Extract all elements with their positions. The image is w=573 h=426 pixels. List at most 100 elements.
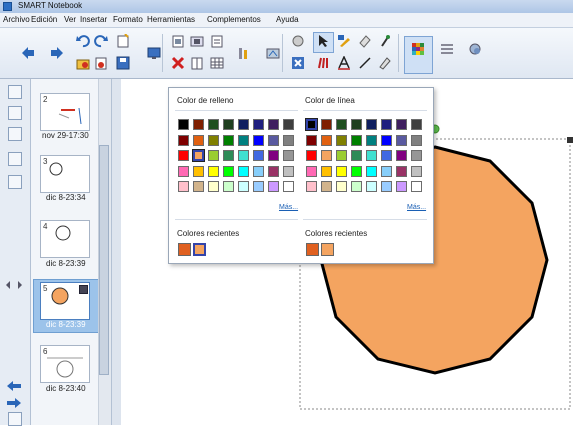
tab-properties-icon[interactable] bbox=[8, 152, 22, 166]
fill-icon[interactable] bbox=[316, 34, 330, 48]
fill-color-swatch[interactable] bbox=[268, 119, 279, 130]
page-menu-icon[interactable] bbox=[79, 285, 88, 294]
line-color-swatch[interactable] bbox=[336, 165, 347, 177]
page-thumbnail[interactable]: 6 bbox=[40, 345, 90, 383]
line-color-swatch[interactable] bbox=[321, 181, 332, 192]
menu-edicion[interactable]: Edición bbox=[31, 15, 57, 24]
new-page-icon[interactable] bbox=[8, 412, 22, 426]
fill-color-swatch[interactable] bbox=[178, 150, 189, 161]
line-color-swatch[interactable] bbox=[351, 150, 362, 161]
line-color-swatch[interactable] bbox=[351, 165, 362, 177]
recent-fill-swatch[interactable] bbox=[193, 243, 206, 256]
sorter-scrollbar-thumb[interactable] bbox=[99, 145, 109, 375]
transparency-icon[interactable] bbox=[468, 42, 482, 56]
cut-icon[interactable] bbox=[190, 56, 204, 70]
magic-pen-icon[interactable] bbox=[378, 34, 392, 48]
back-arrow-icon[interactable] bbox=[21, 46, 35, 60]
line-color-swatch[interactable] bbox=[411, 181, 422, 192]
paste-icon[interactable] bbox=[171, 34, 185, 48]
fill-color-swatch[interactable] bbox=[178, 181, 189, 192]
delete-icon[interactable] bbox=[171, 56, 185, 70]
line-color-swatch[interactable] bbox=[381, 165, 392, 177]
fill-color-swatch[interactable] bbox=[253, 119, 264, 130]
color-palette-icon[interactable] bbox=[411, 42, 425, 56]
fill-color-swatch[interactable] bbox=[223, 181, 234, 192]
line-color-swatch[interactable] bbox=[366, 134, 377, 146]
line-color-swatch[interactable] bbox=[306, 134, 317, 146]
fill-color-swatch[interactable] bbox=[223, 119, 234, 130]
page-thumbnail[interactable]: 3 bbox=[40, 155, 90, 193]
line-color-swatch[interactable] bbox=[396, 119, 407, 130]
table-icon[interactable] bbox=[210, 56, 224, 70]
fill-color-swatch[interactable] bbox=[253, 150, 264, 161]
delete-page-icon[interactable] bbox=[94, 56, 108, 70]
fill-color-swatch[interactable] bbox=[238, 119, 249, 130]
line-color-swatch[interactable] bbox=[366, 150, 377, 161]
fill-color-swatch[interactable] bbox=[283, 134, 294, 146]
fill-color-swatch[interactable] bbox=[223, 150, 234, 161]
line-color-swatch[interactable] bbox=[336, 181, 347, 192]
open-icon[interactable] bbox=[76, 56, 90, 70]
line-color-swatch[interactable] bbox=[321, 150, 332, 161]
fill-color-swatch[interactable] bbox=[193, 119, 204, 130]
resize-arrows-icon[interactable] bbox=[5, 279, 23, 291]
line-color-swatch[interactable] bbox=[336, 119, 347, 130]
line-color-swatch[interactable] bbox=[351, 181, 362, 192]
tab-attachments-icon[interactable] bbox=[8, 127, 22, 141]
fill-color-swatch[interactable] bbox=[178, 119, 189, 130]
menu-ayuda[interactable]: Ayuda bbox=[276, 15, 299, 24]
line-color-swatch[interactable] bbox=[336, 150, 347, 161]
shape-menu-icon[interactable] bbox=[567, 137, 573, 143]
pens-icon[interactable] bbox=[266, 46, 280, 60]
fill-color-swatch[interactable] bbox=[283, 150, 294, 161]
fill-color-swatch[interactable] bbox=[223, 134, 234, 146]
line-color-swatch[interactable] bbox=[366, 181, 377, 192]
menu-complementos[interactable]: Complementos bbox=[207, 15, 261, 24]
capture-icon[interactable] bbox=[210, 34, 224, 48]
fill-color-swatch[interactable] bbox=[283, 119, 294, 130]
line-color-swatch[interactable] bbox=[306, 150, 317, 161]
tab-page-sorter-icon[interactable] bbox=[8, 85, 22, 99]
line-color-swatch[interactable] bbox=[321, 119, 332, 130]
fill-color-swatch[interactable] bbox=[178, 165, 189, 177]
recent-line-swatch[interactable] bbox=[321, 243, 334, 256]
fill-color-swatch[interactable] bbox=[268, 165, 279, 177]
line-color-swatch[interactable] bbox=[306, 165, 317, 177]
line-color-swatch[interactable] bbox=[351, 119, 362, 130]
fill-color-swatch[interactable] bbox=[238, 134, 249, 146]
line-color-swatch[interactable] bbox=[351, 134, 362, 146]
fill-color-swatch[interactable] bbox=[208, 119, 219, 130]
line-color-swatch[interactable] bbox=[411, 165, 422, 177]
fill-color-swatch[interactable] bbox=[178, 134, 189, 146]
new-page-icon[interactable] bbox=[116, 34, 130, 48]
fill-color-swatch[interactable] bbox=[208, 165, 219, 177]
text-icon[interactable] bbox=[337, 56, 351, 70]
tab-gallery-icon[interactable] bbox=[8, 106, 22, 120]
menu-insertar[interactable]: Insertar bbox=[80, 15, 107, 24]
fill-color-swatch[interactable] bbox=[283, 181, 294, 192]
line-color-swatch[interactable] bbox=[381, 150, 392, 161]
line-color-swatch[interactable] bbox=[396, 150, 407, 161]
line-icon[interactable] bbox=[358, 56, 372, 70]
line-color-swatch[interactable] bbox=[396, 165, 407, 177]
menu-archivo[interactable]: Archivo bbox=[3, 15, 30, 24]
fill-color-swatch[interactable] bbox=[238, 165, 249, 177]
select-pointer-icon[interactable] bbox=[291, 34, 305, 48]
line-color-swatch[interactable] bbox=[381, 134, 392, 146]
line-color-swatch[interactable] bbox=[336, 134, 347, 146]
forward-arrow-icon[interactable] bbox=[50, 46, 64, 60]
fill-color-swatch[interactable] bbox=[238, 150, 249, 161]
recent-line-swatch[interactable] bbox=[306, 243, 319, 256]
recent-fill-swatch[interactable] bbox=[178, 243, 191, 256]
tab-addons-icon[interactable] bbox=[8, 175, 22, 189]
line-color-swatch[interactable] bbox=[396, 181, 407, 192]
page-thumbnail-selected[interactable]: 5 bbox=[40, 282, 90, 320]
move-left-icon[interactable] bbox=[6, 380, 22, 392]
line-color-swatch[interactable] bbox=[321, 165, 332, 177]
line-color-swatch[interactable] bbox=[381, 119, 392, 130]
line-color-swatch[interactable] bbox=[306, 181, 317, 192]
fill-color-swatch[interactable] bbox=[268, 150, 279, 161]
line-style-icon[interactable] bbox=[440, 42, 454, 56]
fill-color-swatch[interactable] bbox=[193, 181, 204, 192]
line-color-swatch[interactable] bbox=[321, 134, 332, 146]
